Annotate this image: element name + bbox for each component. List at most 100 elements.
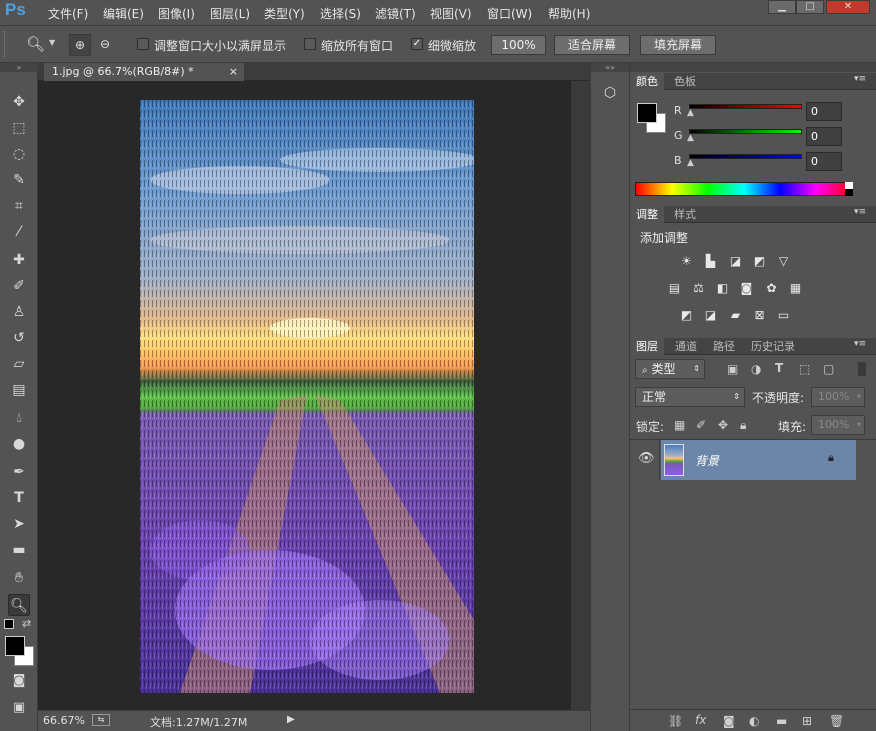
tab-styles[interactable]: 样式 bbox=[668, 206, 702, 223]
zoom-out-icon[interactable]: ⊖ bbox=[94, 34, 116, 56]
hand-tool-icon[interactable]: ✋︎ bbox=[8, 567, 30, 589]
posterize-icon[interactable]: ◪ bbox=[703, 308, 718, 322]
default-colors-icon[interactable] bbox=[4, 619, 14, 629]
filter-smart-icon[interactable]: ▢ bbox=[823, 362, 834, 376]
blend-mode-dropdown[interactable]: 正常 ⇕ bbox=[635, 387, 745, 407]
menu-type[interactable]: 类型(Y) bbox=[264, 5, 305, 22]
filter-adjustment-icon[interactable]: ◑ bbox=[751, 362, 761, 376]
curves-icon[interactable]: ◪ bbox=[728, 254, 743, 268]
gradient-tool-icon[interactable]: ▤ bbox=[8, 379, 30, 401]
eyedropper-tool-icon[interactable]: ⁄ bbox=[8, 221, 30, 243]
layer-row-background[interactable]: 背景 🔒︎ bbox=[661, 440, 856, 480]
zoom-in-icon[interactable]: ⊕ bbox=[69, 34, 91, 56]
menu-filter[interactable]: 滤镜(T) bbox=[375, 5, 416, 22]
b-value-field[interactable]: 0 bbox=[806, 152, 842, 171]
eye-icon[interactable]: 👁︎ bbox=[638, 451, 655, 466]
menu-select[interactable]: 选择(S) bbox=[320, 5, 361, 22]
tab-channels[interactable]: 通道 bbox=[669, 338, 703, 355]
color-lookup-icon[interactable]: ▦ bbox=[788, 281, 803, 295]
move-tool-icon[interactable]: ✥ bbox=[8, 91, 30, 113]
zoom-tool-preset-icon[interactable]: 🔍︎ bbox=[26, 35, 45, 53]
blur-tool-icon[interactable]: 💧︎ bbox=[8, 407, 30, 429]
color-fg-swatch[interactable] bbox=[637, 103, 657, 123]
chevron-down-icon[interactable]: ▼ bbox=[49, 38, 55, 47]
swap-colors-icon[interactable]: ⇄ bbox=[22, 617, 31, 630]
zoom-all-checkbox[interactable] bbox=[304, 38, 316, 50]
selective-color-icon[interactable]: ⊠ bbox=[752, 308, 767, 322]
actual-pixels-button[interactable]: 100% bbox=[491, 35, 546, 55]
vertical-scrollbar[interactable] bbox=[571, 81, 590, 710]
lasso-tool-icon[interactable]: ◌ bbox=[8, 143, 30, 165]
tab-close-icon[interactable]: × bbox=[229, 63, 238, 81]
exposure-icon[interactable]: ◩ bbox=[752, 254, 767, 268]
r-slider[interactable] bbox=[689, 104, 802, 109]
r-slider-thumb-icon[interactable]: ▲ bbox=[687, 108, 694, 118]
minimize-button[interactable]: ▁ bbox=[768, 0, 796, 14]
zoom-tool-icon[interactable]: 🔍︎ bbox=[8, 594, 30, 616]
shape-tool-icon[interactable]: ▬ bbox=[8, 539, 30, 561]
crop-tool-icon[interactable]: ⌗ bbox=[8, 195, 30, 217]
layer-filter-dropdown[interactable]: ⌕ 类型 ⇕ bbox=[635, 359, 705, 379]
vibrance-icon[interactable]: ▽ bbox=[776, 254, 791, 268]
path-select-tool-icon[interactable]: ➤ bbox=[8, 513, 30, 535]
color-balance-icon[interactable]: ⚖ bbox=[691, 281, 706, 295]
lock-position-icon[interactable]: ✥ bbox=[718, 418, 728, 432]
menu-edit[interactable]: 编辑(E) bbox=[103, 5, 144, 22]
fill-field[interactable]: 100% ▾ bbox=[811, 415, 865, 435]
quick-select-tool-icon[interactable]: ✎ bbox=[8, 169, 30, 191]
layers-panel-menu-icon[interactable]: ▾≡ bbox=[854, 339, 866, 349]
quick-mask-icon[interactable]: ◙ bbox=[8, 670, 30, 692]
toolbar-collapse-icon[interactable]: » bbox=[0, 63, 38, 72]
filter-pixel-icon[interactable]: ▣ bbox=[727, 362, 738, 376]
status-info-icon[interactable]: ⇆ bbox=[92, 714, 110, 726]
menu-file[interactable]: 文件(F) bbox=[48, 5, 88, 22]
new-layer-icon[interactable]: ⊞ bbox=[802, 714, 812, 728]
spectrum-white-swatch[interactable] bbox=[845, 182, 853, 189]
tab-adjustments[interactable]: 调整 bbox=[630, 206, 664, 223]
close-button[interactable]: ✕ bbox=[826, 0, 870, 14]
brush-tool-icon[interactable]: ✐ bbox=[8, 275, 30, 297]
visibility-cell[interactable]: 👁︎ bbox=[630, 440, 660, 480]
filter-toggle-switch[interactable] bbox=[858, 362, 866, 376]
photo-filter-icon[interactable]: ◙ bbox=[739, 281, 754, 295]
image-canvas[interactable] bbox=[140, 100, 474, 693]
panel-menu-icon[interactable]: ▾≡ bbox=[854, 74, 866, 84]
panels-top-grip[interactable] bbox=[630, 63, 876, 72]
type-tool-icon[interactable]: T bbox=[8, 487, 30, 509]
lock-all-icon[interactable]: 🔒︎ bbox=[740, 418, 746, 433]
delete-layer-icon[interactable]: 🗑︎ bbox=[829, 714, 844, 728]
threshold-icon[interactable]: ▰ bbox=[728, 308, 743, 322]
new-adjustment-layer-icon[interactable]: ◐ bbox=[749, 714, 759, 728]
link-layers-icon[interactable]: ⛓ bbox=[668, 714, 683, 728]
b-slider[interactable] bbox=[689, 154, 802, 159]
invert-icon[interactable]: ◩ bbox=[679, 308, 694, 322]
brightness-icon[interactable]: ☀ bbox=[679, 254, 694, 268]
new-group-icon[interactable]: ▬ bbox=[776, 714, 787, 728]
black-white-icon[interactable]: ◧ bbox=[715, 281, 730, 295]
filter-type-icon[interactable]: T bbox=[775, 361, 783, 375]
screen-mode-icon[interactable]: ▣ bbox=[8, 697, 30, 719]
status-menu-arrow-icon[interactable]: ▶ bbox=[287, 714, 295, 725]
dock-collapse-icon[interactable]: «» bbox=[591, 63, 629, 72]
maximize-button[interactable]: □ bbox=[796, 0, 824, 14]
clone-stamp-tool-icon[interactable]: ♙ bbox=[8, 301, 30, 323]
tab-swatches[interactable]: 色板 bbox=[668, 73, 702, 90]
channel-mixer-icon[interactable]: ✿ bbox=[764, 281, 779, 295]
gradient-map-icon[interactable]: ▭ bbox=[776, 308, 791, 322]
eraser-tool-icon[interactable]: ▱ bbox=[8, 353, 30, 375]
b-slider-thumb-icon[interactable]: ▲ bbox=[687, 158, 694, 168]
fit-screen-button[interactable]: 适合屏幕 bbox=[554, 35, 630, 55]
tab-paths[interactable]: 路径 bbox=[707, 338, 741, 355]
menu-image[interactable]: 图像(I) bbox=[158, 5, 195, 22]
menu-layer[interactable]: 图层(L) bbox=[210, 5, 250, 22]
r-value-field[interactable]: 0 bbox=[806, 102, 842, 121]
tab-layers[interactable]: 图层 bbox=[630, 338, 664, 355]
3d-panel-icon[interactable]: ⬡ bbox=[601, 85, 619, 103]
menu-window[interactable]: 窗口(W) bbox=[487, 5, 532, 22]
menu-view[interactable]: 视图(V) bbox=[430, 5, 472, 22]
add-mask-icon[interactable]: ◙ bbox=[723, 714, 735, 728]
scrubby-zoom-checkbox[interactable]: ✓ bbox=[411, 38, 423, 50]
document-tab[interactable]: 1.jpg @ 66.7%(RGB/8#) * × bbox=[44, 63, 244, 81]
g-value-field[interactable]: 0 bbox=[806, 127, 842, 146]
history-brush-tool-icon[interactable]: ↺ bbox=[8, 327, 30, 349]
